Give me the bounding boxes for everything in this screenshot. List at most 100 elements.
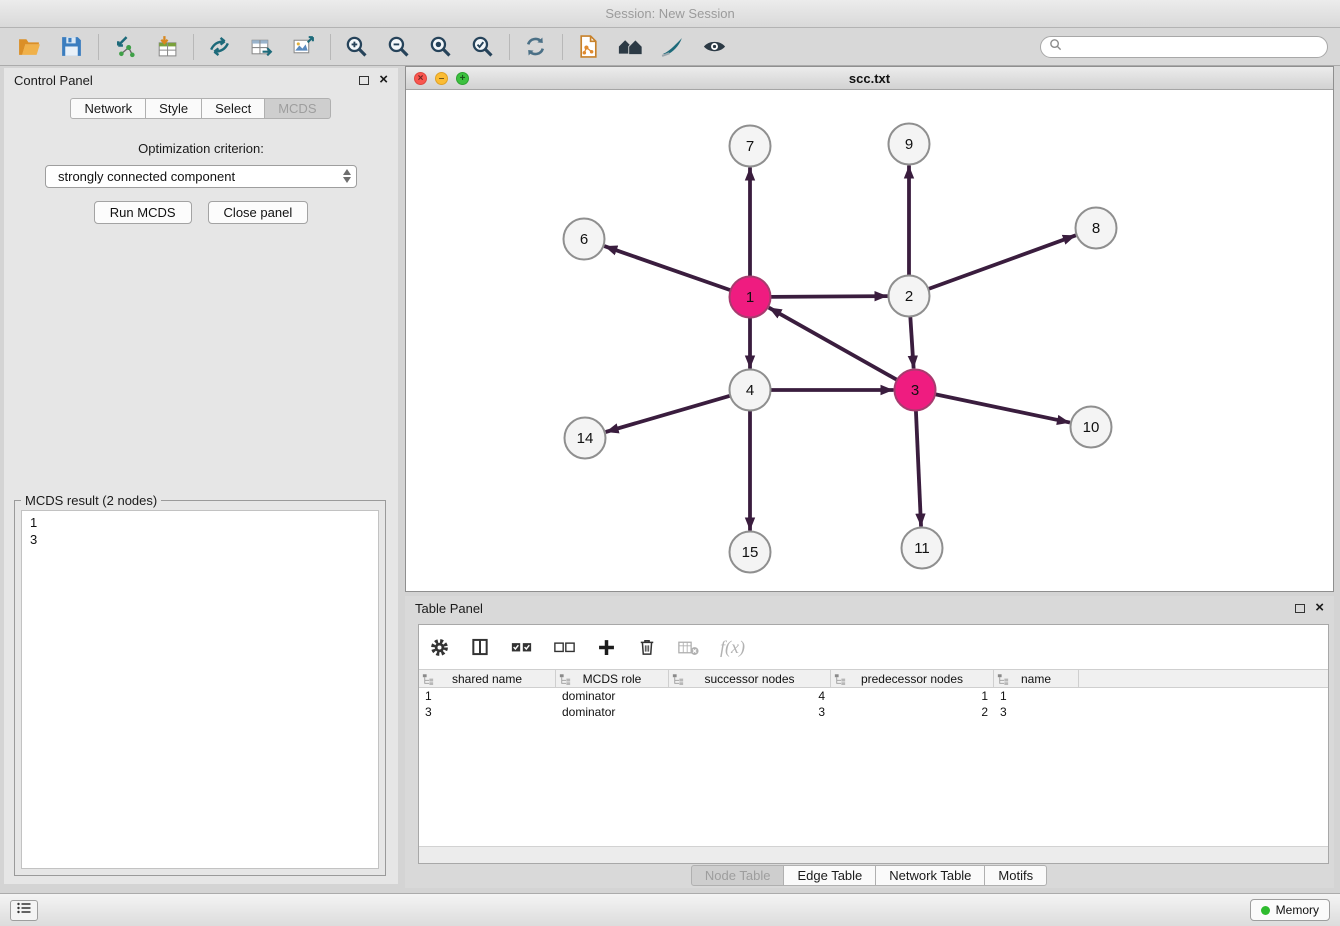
- column-header-successor-nodes[interactable]: successor nodes: [669, 670, 831, 687]
- node-2[interactable]: 2: [889, 276, 930, 317]
- function-builder-icon[interactable]: f(x): [720, 637, 745, 658]
- minimize-window-icon[interactable]: –: [435, 72, 448, 85]
- zoom-fit-button[interactable]: [425, 32, 455, 62]
- network-arrows-button[interactable]: [204, 32, 234, 62]
- table-row[interactable]: 1dominator411: [419, 688, 1328, 704]
- node-7[interactable]: 7: [730, 126, 771, 167]
- float-table-panel-icon[interactable]: [1295, 604, 1305, 613]
- table-hscrollbar[interactable]: [419, 846, 1328, 863]
- table-cell[interactable]: 3: [994, 704, 1079, 720]
- run-mcds-button[interactable]: Run MCDS: [94, 201, 192, 224]
- table-cell[interactable]: dominator: [556, 704, 669, 720]
- network-canvas[interactable]: 7 9 6 8 1 2 4 3 14 10 15 11: [406, 90, 1333, 591]
- columns-icon[interactable]: [470, 637, 490, 657]
- add-row-icon[interactable]: [596, 637, 617, 658]
- table-cell[interactable]: 1: [419, 688, 556, 704]
- node-15[interactable]: 15: [730, 532, 771, 573]
- table-cell[interactable]: 4: [669, 688, 831, 704]
- table-panel-tabs: Node TableEdge TableNetwork TableMotifs: [405, 865, 1334, 886]
- document-share-button[interactable]: [573, 32, 603, 62]
- eye-icon: [702, 34, 727, 59]
- show-graphics-button[interactable]: [699, 32, 729, 62]
- tab-edge-table[interactable]: Edge Table: [783, 865, 876, 886]
- tab-motifs[interactable]: Motifs: [984, 865, 1047, 886]
- edge-4-14[interactable]: [606, 396, 731, 432]
- table-cell[interactable]: 2: [831, 704, 994, 720]
- table-cell[interactable]: 1: [831, 688, 994, 704]
- refresh-layout-button[interactable]: [520, 32, 550, 62]
- tab-select[interactable]: Select: [201, 98, 265, 119]
- tab-node-table[interactable]: Node Table: [691, 865, 785, 886]
- settings-gear-icon[interactable]: [429, 637, 450, 658]
- export-image-icon: [291, 34, 316, 59]
- table-cell[interactable]: 1: [994, 688, 1079, 704]
- edge-1-2[interactable]: [770, 296, 887, 297]
- table-cell[interactable]: 3: [669, 704, 831, 720]
- table-header-row: shared nameMCDS rolesuccessor nodesprede…: [419, 669, 1328, 688]
- tab-style[interactable]: Style: [145, 98, 202, 119]
- close-table-panel-icon[interactable]: ×: [1315, 602, 1324, 614]
- deselect-all-icon[interactable]: [553, 637, 576, 658]
- tab-network-table[interactable]: Network Table: [875, 865, 985, 886]
- edge-2-3[interactable]: [910, 316, 913, 368]
- node-4[interactable]: 4: [730, 370, 771, 411]
- column-header-MCDS-role[interactable]: MCDS role: [556, 670, 669, 687]
- zoom-in-button[interactable]: [341, 32, 371, 62]
- window-titlebar[interactable]: Session: New Session: [0, 0, 1340, 28]
- edge-3-11[interactable]: [916, 410, 921, 526]
- tab-mcds[interactable]: MCDS: [264, 98, 330, 119]
- column-header-label: shared name: [419, 672, 555, 686]
- toolbar-separator: [98, 34, 99, 60]
- column-header-name[interactable]: name: [994, 670, 1079, 687]
- memory-label: Memory: [1276, 903, 1319, 917]
- tree-sort-icon: [997, 673, 1009, 688]
- select-all-icon[interactable]: [510, 637, 533, 658]
- table-cell[interactable]: dominator: [556, 688, 669, 704]
- tab-network[interactable]: Network: [70, 98, 146, 119]
- node-3[interactable]: 3: [895, 370, 936, 411]
- style-filter-button[interactable]: [657, 32, 687, 62]
- search-box[interactable]: [1040, 36, 1328, 58]
- open-file-button[interactable]: [14, 32, 44, 62]
- status-menu-button[interactable]: [10, 900, 38, 921]
- table-panel: Table Panel × f(x) shared nameMCDS roles…: [405, 596, 1334, 888]
- network-table-button[interactable]: [246, 32, 276, 62]
- column-header-shared-name[interactable]: shared name: [419, 670, 556, 687]
- node-9[interactable]: 9: [889, 124, 930, 165]
- node-14[interactable]: 14: [565, 418, 606, 459]
- node-1[interactable]: 1: [730, 277, 771, 318]
- maximize-window-icon[interactable]: +: [456, 72, 469, 85]
- close-panel-button[interactable]: Close panel: [208, 201, 309, 224]
- memory-button[interactable]: Memory: [1250, 899, 1330, 921]
- float-panel-icon[interactable]: [359, 76, 369, 85]
- edge-2-8[interactable]: [928, 235, 1076, 289]
- network-window-titlebar[interactable]: × – + scc.txt: [406, 67, 1333, 90]
- save-session-button[interactable]: [56, 32, 86, 62]
- edge-3-1[interactable]: [769, 308, 897, 380]
- edge-1-6[interactable]: [604, 246, 730, 290]
- close-window-icon[interactable]: ×: [414, 72, 427, 85]
- delete-table-icon[interactable]: [677, 637, 700, 658]
- node-8[interactable]: 8: [1076, 208, 1117, 249]
- table-cell[interactable]: 3: [419, 704, 556, 720]
- table-panel-header: Table Panel ×: [405, 596, 1334, 620]
- import-network-button[interactable]: [109, 32, 139, 62]
- search-input[interactable]: [1067, 38, 1327, 56]
- node-6[interactable]: 6: [564, 219, 605, 260]
- zoom-out-button[interactable]: [383, 32, 413, 62]
- table-row[interactable]: 3dominator323: [419, 704, 1328, 720]
- home-button[interactable]: [615, 32, 645, 62]
- optimization-criterion-dropdown[interactable]: strongly connected component: [45, 165, 357, 188]
- node-10[interactable]: 10: [1071, 407, 1112, 448]
- node-11[interactable]: 11: [902, 528, 943, 569]
- column-header-predecessor-nodes[interactable]: predecessor nodes: [831, 670, 994, 687]
- svg-text:3: 3: [911, 382, 919, 399]
- edge-3-10[interactable]: [935, 394, 1070, 422]
- close-panel-icon[interactable]: ×: [379, 74, 388, 86]
- delete-row-icon[interactable]: [637, 637, 657, 657]
- export-image-button[interactable]: [288, 32, 318, 62]
- import-table-button[interactable]: [151, 32, 181, 62]
- refresh-icon: [523, 34, 548, 59]
- mcds-result-list[interactable]: 13: [21, 510, 379, 869]
- zoom-selected-button[interactable]: [467, 32, 497, 62]
